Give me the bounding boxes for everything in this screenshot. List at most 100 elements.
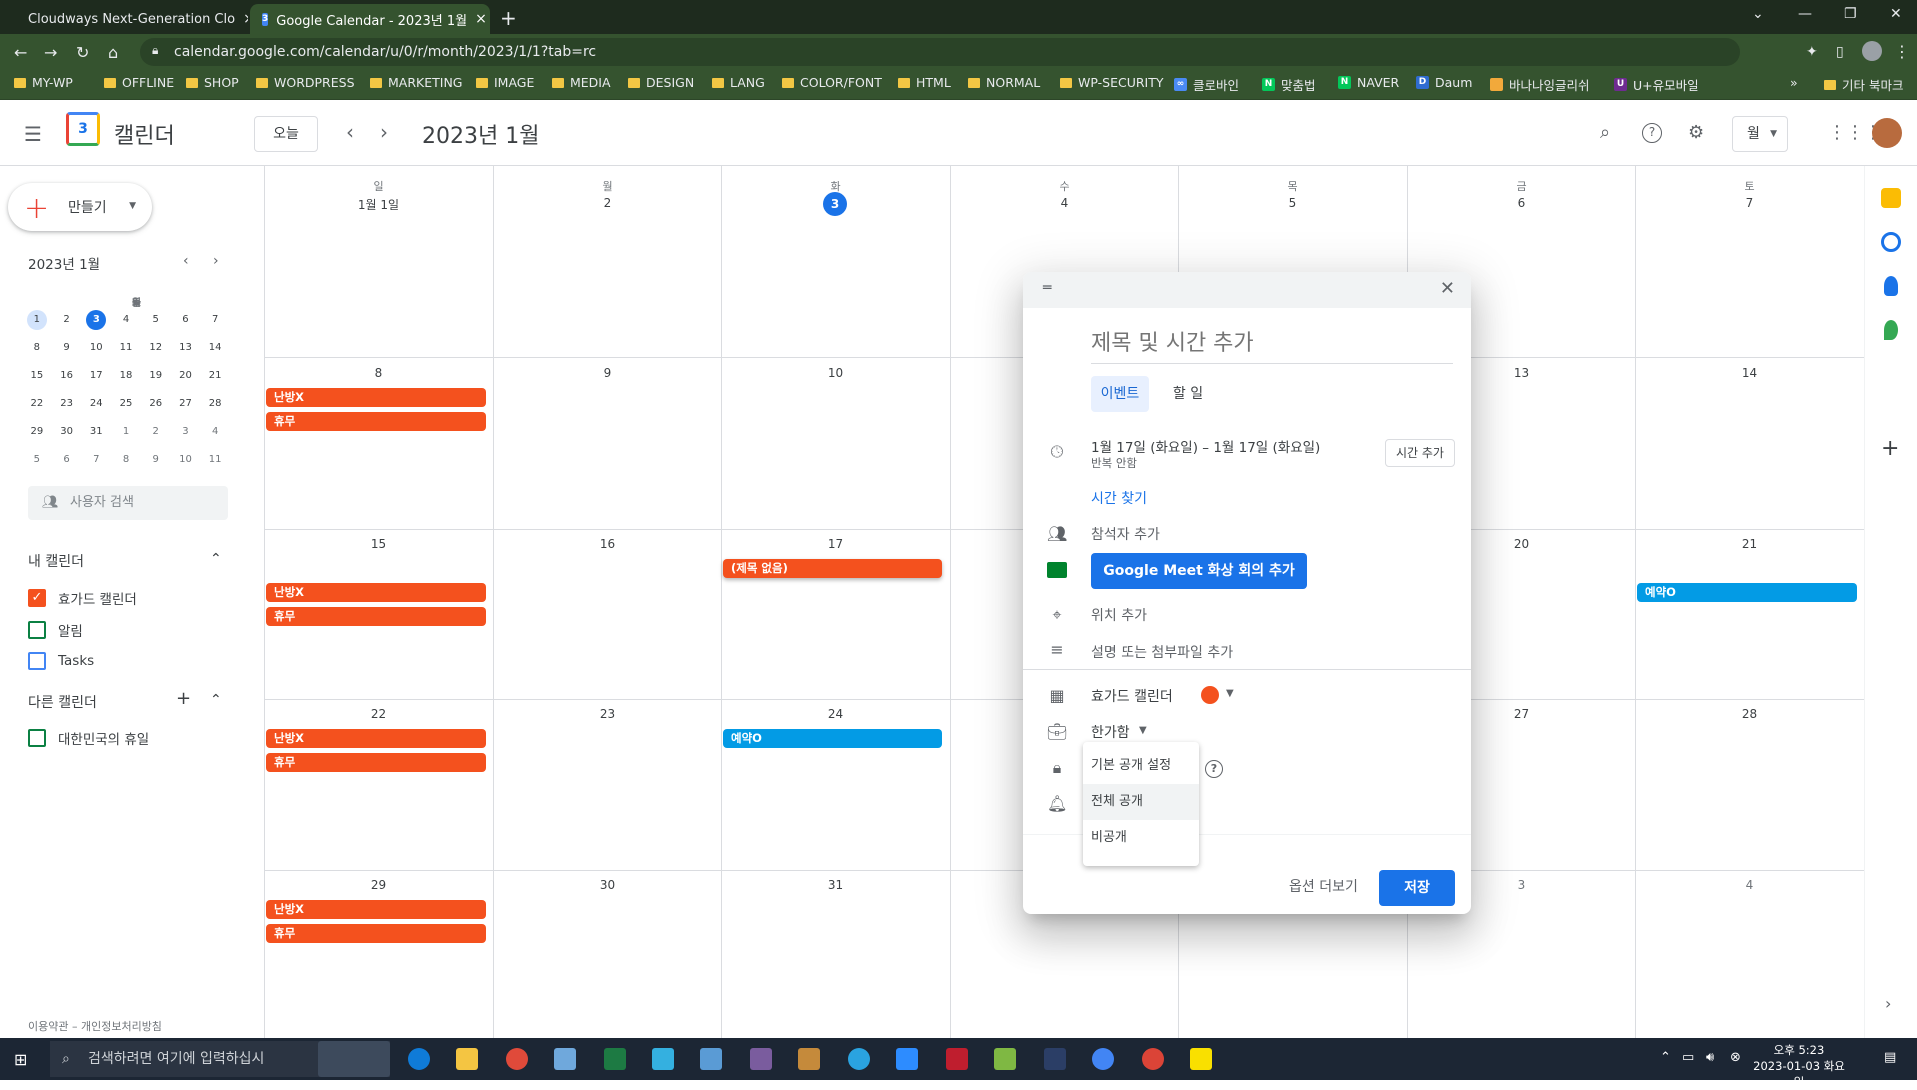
profile-icon[interactable] [1862,41,1882,61]
mini-day[interactable]: 27 [171,390,201,418]
day-number[interactable]: 17 [721,537,950,551]
chevron-right-icon[interactable]: › [1885,994,1891,1013]
mini-day[interactable]: 7 [200,306,230,334]
mini-day[interactable]: 8 [22,334,52,362]
bookmark-item[interactable]: WP-SECURITY [1060,75,1164,90]
mini-day[interactable]: 5 [22,446,52,474]
tray-chevron-icon[interactable]: ⌃ [1660,1050,1671,1065]
day-number[interactable]: 6 [1407,196,1636,210]
mini-day[interactable]: 16 [52,362,82,390]
bookmark-item[interactable]: SHOP [186,75,239,90]
day-number[interactable]: 22 [264,707,493,721]
chevron-up-icon[interactable]: ⌃ [210,692,222,708]
event-chip[interactable]: 휴무 [266,924,486,943]
calendar-item-reminders[interactable]: 알림 [28,620,83,640]
bookmark-item[interactable]: N 맞춤법 [1262,75,1316,94]
calendar-select[interactable]: 효가드 캘린더 [1091,686,1173,706]
event-title-input[interactable] [1091,324,1453,364]
mini-day[interactable]: 29 [22,418,52,446]
mini-prev-icon[interactable]: ‹ [183,253,189,269]
forward-icon[interactable]: → [44,43,57,62]
bookmark-item[interactable]: IMAGE [476,75,534,90]
mini-day[interactable]: 26 [141,390,171,418]
checkbox-icon[interactable] [28,729,46,747]
mini-day[interactable]: 6 [52,446,82,474]
chevron-up-icon[interactable]: ⌃ [210,551,222,567]
close-icon[interactable]: ✕ [1440,278,1455,299]
telegram-icon[interactable] [848,1048,870,1070]
browser-tab-cloudways[interactable]: Cloudways Next-Generation Clo × [8,4,248,34]
bookmark-item[interactable]: HTML [898,75,951,90]
help-icon[interactable]: ? [1205,760,1223,778]
mini-day[interactable]: 17 [81,362,111,390]
calculator-icon[interactable] [700,1048,722,1070]
bookmark-item[interactable]: ∞ 클로바인 [1174,75,1239,94]
volume-icon[interactable]: 🔊︎ [1706,1050,1714,1065]
day-number[interactable]: 23 [493,707,722,721]
people-search-input[interactable]: 👥︎ 사용자 검색 [28,486,228,520]
day-number[interactable]: 30 [493,878,722,892]
tab-event[interactable]: 이벤트 [1091,376,1149,412]
event-chip-untitled[interactable]: (제목 없음) [723,559,942,578]
mini-day[interactable]: 6 [171,306,201,334]
add-meet-button[interactable]: Google Meet 화상 회의 추가 [1091,553,1307,589]
calendar-item-kr-holidays[interactable]: 대한민국의 휴일 [28,728,149,748]
mini-day[interactable]: 18 [111,362,141,390]
terms-privacy-links[interactable]: 이용약관 – 개인정보처리방침 [28,1018,162,1034]
other-bookmarks[interactable]: 기타 북마크 [1824,75,1903,94]
mini-day[interactable]: 8 [111,446,141,474]
bookmark-item[interactable]: COLOR/FONT [782,75,882,90]
mini-day[interactable]: 23 [52,390,82,418]
event-chip[interactable]: 휴무 [266,412,486,431]
caret-down-icon[interactable]: ▼ [1226,688,1234,699]
day-number[interactable]: 5 [1178,196,1407,210]
mini-day[interactable]: 10 [171,446,201,474]
filezilla-icon[interactable] [946,1048,968,1070]
new-tab-button[interactable]: + [500,6,517,30]
mini-day[interactable]: 5 [141,306,171,334]
day-number[interactable]: 24 [721,707,950,721]
day-number[interactable]: 1월 1일 [264,196,493,213]
repeat-setting[interactable]: 반복 안함 [1091,455,1137,471]
back-icon[interactable]: ← [14,43,27,62]
event-chip[interactable]: 휴무 [266,753,486,772]
plus-icon[interactable]: + [176,688,191,709]
maps-icon[interactable] [1884,320,1898,340]
menu-kebab-icon[interactable]: ⋮ [1894,42,1910,61]
today-button[interactable]: 오늘 [254,116,318,152]
mini-day[interactable]: 24 [81,390,111,418]
notification-icon[interactable]: ▤ [1884,1050,1896,1065]
bookmark-item[interactable]: MARKETING [370,75,462,90]
mini-day[interactable]: 11 [200,446,230,474]
sidepanel-icon[interactable]: ▯ [1836,44,1844,60]
app-icon[interactable] [896,1048,918,1070]
search-icon[interactable]: ⌕ [1600,122,1610,143]
my-calendars-title[interactable]: 내 캘린더 [28,551,84,571]
event-datetime[interactable]: 1월 17일 (화요일) – 1월 17일 (화요일) [1091,436,1320,456]
mini-day[interactable]: 2 [141,418,171,446]
event-chip[interactable]: 예약O [1637,583,1857,602]
app-icon[interactable] [994,1048,1016,1070]
busy-status-select[interactable]: 한가함 [1091,722,1130,742]
drag-handle-icon[interactable]: ═ [1043,280,1051,296]
window-close-icon[interactable]: ✕ [1890,6,1902,22]
visibility-option-private[interactable]: 비공개 [1083,820,1199,856]
mini-day[interactable]: 4 [200,418,230,446]
mini-day[interactable]: 11 [111,334,141,362]
gear-icon[interactable]: ⚙ [1688,122,1704,143]
dialog-drag-bar[interactable]: ═ ✕ [1023,272,1471,308]
home-icon[interactable]: ⌂ [108,43,118,62]
bookmark-item[interactable]: U U+유모바일 [1614,75,1699,94]
other-calendars-title[interactable]: 다른 캘린더 [28,692,97,712]
mini-day[interactable]: 4 [111,306,141,334]
checkbox-checked-icon[interactable]: ✓ [28,589,46,607]
view-select[interactable]: 월 ▼ [1732,116,1788,152]
add-guests-field[interactable]: 참석자 추가 [1091,524,1160,544]
checkbox-icon[interactable] [28,652,46,670]
app-icon[interactable] [652,1048,674,1070]
today-day-number[interactable]: 3 [823,192,847,216]
day-number[interactable]: 10 [721,366,950,380]
mini-day[interactable]: 14 [200,334,230,362]
windows-start-icon[interactable]: ⊞ [14,1050,32,1069]
mini-day[interactable]: 10 [81,334,111,362]
